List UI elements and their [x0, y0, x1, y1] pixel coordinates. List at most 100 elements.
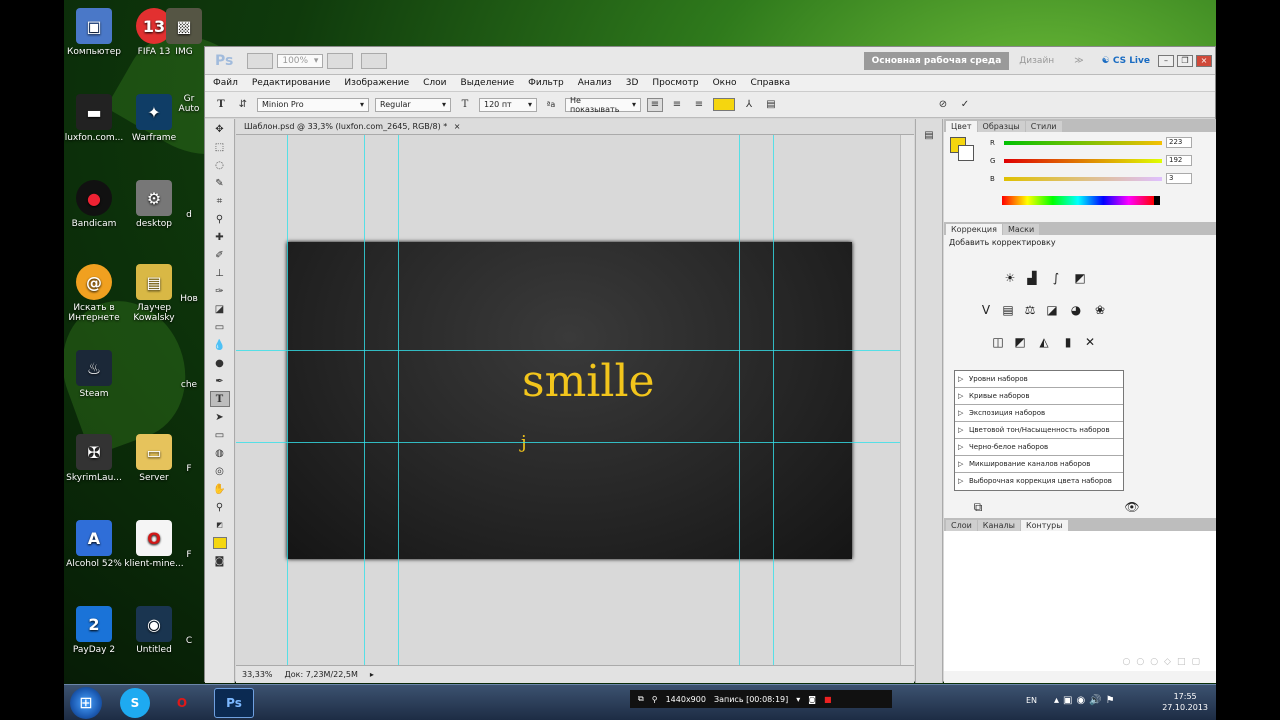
menu-analysis[interactable]: Анализ: [578, 78, 612, 88]
preset-selective-color[interactable]: Выборочная коррекция цвета наборов: [955, 473, 1123, 490]
minimize-button[interactable]: –: [1158, 54, 1174, 67]
status-menu-arrow-icon[interactable]: ▸: [370, 670, 374, 679]
tab-layers[interactable]: Слои: [946, 520, 977, 531]
brightness-icon[interactable]: ☀: [1002, 271, 1018, 285]
pen-tool-icon[interactable]: ✒: [210, 373, 230, 389]
red-slider[interactable]: [1004, 140, 1162, 145]
paths-panel-actions-icon[interactable]: ○○○◇□▢: [1123, 657, 1207, 667]
brush-tool-icon[interactable]: ✐: [210, 247, 230, 263]
quick-select-tool-icon[interactable]: ✎: [210, 175, 230, 191]
window-mode-icon[interactable]: ⧉: [638, 694, 644, 704]
desktop-icon-server[interactable]: ▭ Server: [118, 434, 190, 483]
tab-adjustments[interactable]: Коррекция: [946, 224, 1002, 235]
green-slider[interactable]: [1004, 158, 1162, 163]
search-icon[interactable]: ⚲: [652, 695, 658, 704]
desktop-icon-nov[interactable]: Нов: [174, 294, 204, 304]
blur-tool-icon[interactable]: 💧: [210, 337, 230, 353]
character-panel-icon[interactable]: ▤: [763, 98, 779, 112]
selective-color-icon[interactable]: ✕: [1082, 335, 1098, 349]
workspace-essentials-button[interactable]: Основная рабочая среда: [863, 51, 1010, 70]
eyedropper-tool-icon[interactable]: ⚲: [210, 211, 230, 227]
healing-tool-icon[interactable]: ✚: [210, 229, 230, 245]
zoom-select[interactable]: 100% ▾: [277, 53, 324, 68]
language-indicator[interactable]: EN: [1026, 696, 1037, 705]
record-stop-icon[interactable]: ■: [824, 695, 832, 704]
start-button[interactable]: ⊞: [70, 687, 102, 719]
move-tool-icon[interactable]: ✥: [210, 121, 230, 137]
tab-masks[interactable]: Маски: [1002, 224, 1040, 235]
desktop-icon-che[interactable]: che: [174, 380, 204, 390]
align-center-icon[interactable]: ≡: [669, 98, 685, 112]
shape-tool-icon[interactable]: ▭: [210, 427, 230, 443]
green-value-input[interactable]: 192: [1166, 155, 1192, 166]
dodge-tool-icon[interactable]: ●: [210, 355, 230, 371]
bg-color-swatch[interactable]: [958, 145, 974, 161]
document-tab[interactable]: Шаблон.psd @ 33,3% (luxfon.com_2645, RGB…: [236, 119, 914, 135]
photoshop-taskbar-icon[interactable]: Ps: [214, 688, 254, 718]
desktop-icon-steam[interactable]: ♨ Steam: [64, 350, 130, 399]
tab-color[interactable]: Цвет: [946, 121, 977, 132]
desktop-icon-f1[interactable]: F: [174, 464, 204, 474]
desktop-icon-d[interactable]: d: [174, 210, 204, 220]
black-white-icon[interactable]: ◪: [1044, 303, 1060, 317]
history-brush-tool-icon[interactable]: ✑: [210, 283, 230, 299]
status-zoom[interactable]: 33,33%: [242, 670, 273, 679]
hue-saturation-icon[interactable]: ▤: [1000, 303, 1016, 317]
menu-file[interactable]: Файл: [213, 78, 238, 88]
camera-icon[interactable]: ◙: [808, 695, 816, 704]
commit-edit-icon[interactable]: ✓: [957, 98, 973, 112]
3d-orbit-tool-icon[interactable]: ◎: [210, 463, 230, 479]
desktop-icon-img[interactable]: ▩ IMG: [164, 8, 204, 57]
menu-edit[interactable]: Редактирование: [252, 78, 331, 88]
levels-icon[interactable]: ▟: [1024, 271, 1040, 285]
menu-layers[interactable]: Слои: [423, 78, 446, 88]
preset-hue-saturation[interactable]: Цветовой тон/Насыщенность наборов: [955, 422, 1123, 439]
clock[interactable]: 17:55 27.10.2013: [1162, 691, 1208, 713]
clip-layer-icon[interactable]: ⧉: [970, 500, 986, 514]
lasso-tool-icon[interactable]: ◌: [210, 157, 230, 173]
preset-levels[interactable]: Уровни наборов: [955, 371, 1123, 388]
color-spectrum-ramp[interactable]: [1002, 196, 1160, 205]
preset-black-white[interactable]: Черно-белое наборов: [955, 439, 1123, 456]
record-dropdown-icon[interactable]: ▾: [796, 695, 800, 704]
artboard[interactable]: smille j: [287, 242, 852, 559]
menu-3d[interactable]: 3D: [626, 78, 639, 88]
close-button[interactable]: ×: [1196, 54, 1212, 67]
menu-filter[interactable]: Фильтр: [528, 78, 564, 88]
desktop-icon-klient[interactable]: Oklient-mine...: [118, 520, 190, 569]
channel-mixer-icon[interactable]: ❀: [1092, 303, 1108, 317]
threshold-icon[interactable]: ◭: [1036, 335, 1052, 349]
stamp-tool-icon[interactable]: ⊥: [210, 265, 230, 281]
warp-text-icon[interactable]: ⅄: [741, 98, 757, 112]
menu-select[interactable]: Выделение: [461, 78, 515, 88]
preset-exposure[interactable]: Экспозиция наборов: [955, 405, 1123, 422]
curves-icon[interactable]: ∫: [1048, 271, 1064, 285]
arrange-documents-button[interactable]: [361, 52, 388, 69]
posterize-icon[interactable]: ◩: [1012, 335, 1028, 349]
desktop-icon-desktop[interactable]: ⚙ desktop: [118, 180, 190, 229]
menu-window[interactable]: Окно: [713, 78, 737, 88]
visibility-icon[interactable]: 👁: [1124, 500, 1140, 514]
blue-value-input[interactable]: 3: [1166, 173, 1192, 184]
more-workspaces-button[interactable]: ≫: [1064, 56, 1093, 66]
cancel-edit-icon[interactable]: ⊘: [935, 98, 951, 112]
path-select-tool-icon[interactable]: ➤: [210, 409, 230, 425]
preset-channel-mixer[interactable]: Микширование каналов наборов: [955, 456, 1123, 473]
tray-icons[interactable]: ▴▣◉🔊⚑: [1054, 695, 1119, 706]
type-tool-preset-icon[interactable]: T: [213, 98, 229, 112]
workspace-design-button[interactable]: Дизайн: [1009, 56, 1064, 66]
tab-channels[interactable]: Каналы: [977, 520, 1020, 531]
tab-paths[interactable]: Контуры: [1020, 520, 1068, 531]
3d-rotate-tool-icon[interactable]: ◍: [210, 445, 230, 461]
zoom-tool-icon[interactable]: ⚲: [210, 499, 230, 515]
vertical-scrollbar[interactable]: [900, 135, 914, 665]
invert-icon[interactable]: ◫: [990, 335, 1006, 349]
align-right-icon[interactable]: ≡: [691, 98, 707, 112]
preset-curves[interactable]: Кривые наборов: [955, 388, 1123, 405]
history-panel-icon[interactable]: ▤: [919, 127, 939, 143]
eraser-tool-icon[interactable]: ◪: [210, 301, 230, 317]
opera-taskbar-icon[interactable]: O: [162, 688, 202, 718]
view-extras-button[interactable]: [327, 52, 354, 69]
text-color-swatch[interactable]: [713, 98, 735, 111]
font-size-select[interactable]: 120 пт ▾: [479, 97, 537, 112]
